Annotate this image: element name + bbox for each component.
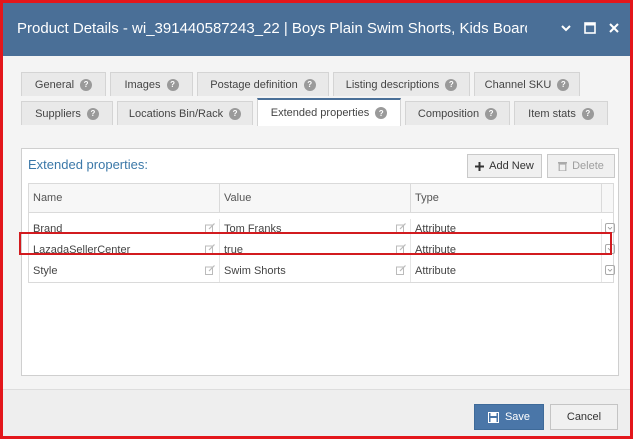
value-text: Tom Franks: [224, 223, 282, 235]
delete-button[interactable]: Delete: [547, 154, 615, 178]
value-cell[interactable]: Tom Franks: [220, 219, 411, 240]
extended-properties-panel: Extended properties: Add New Delete Name…: [21, 148, 619, 376]
type-text: Attribute: [415, 223, 456, 235]
value-cell[interactable]: Swim Shorts: [220, 261, 411, 282]
help-icon: ?: [303, 78, 316, 91]
plus-icon: [475, 161, 485, 171]
window-controls: [560, 22, 620, 34]
name-text: LazadaSellerCenter: [33, 244, 131, 256]
table-row[interactable]: LazadaSellerCenter true Attribute: [29, 240, 615, 261]
grid-header: Name Value Type: [29, 184, 613, 213]
edit-icon[interactable]: [205, 223, 215, 233]
tab-general[interactable]: General?: [21, 72, 106, 96]
help-icon: ?: [581, 107, 594, 120]
help-icon: ?: [229, 107, 242, 120]
tab-label: Locations Bin/Rack: [128, 107, 224, 120]
edit-icon[interactable]: [396, 244, 406, 254]
delete-label: Delete: [572, 160, 604, 172]
help-icon: ?: [166, 78, 179, 91]
product-details-window: Product Details - wi_391440587243_22 | B…: [0, 0, 633, 439]
type-text: Attribute: [415, 265, 456, 277]
edit-icon[interactable]: [396, 223, 406, 233]
tab-channel-sku[interactable]: Channel SKU?: [474, 72, 580, 96]
cancel-button[interactable]: Cancel: [550, 404, 618, 430]
column-header-value[interactable]: Value: [220, 184, 411, 212]
column-header-type[interactable]: Type: [411, 184, 602, 212]
tab-composition[interactable]: Composition?: [405, 101, 510, 125]
save-label: Save: [504, 411, 531, 423]
name-text: Brand: [33, 223, 63, 235]
help-icon: ?: [557, 78, 570, 91]
collapse-chevron-icon[interactable]: [560, 22, 572, 34]
type-cell[interactable]: Attribute: [411, 240, 602, 261]
name-cell[interactable]: Brand: [29, 219, 220, 240]
tab-suppliers[interactable]: Suppliers?: [21, 101, 113, 125]
edit-icon[interactable]: [205, 265, 215, 275]
tab-label: Item stats: [528, 107, 576, 120]
dropdown-icon[interactable]: [605, 223, 615, 233]
tab-images[interactable]: Images?: [110, 72, 193, 96]
table-row[interactable]: Style Swim Shorts Attribute: [29, 261, 615, 282]
value-text: Swim Shorts: [224, 265, 286, 277]
cancel-label: Cancel: [566, 411, 602, 423]
table-row[interactable]: Brand Tom Franks Attribute: [29, 219, 615, 240]
tab-label: Channel SKU: [484, 78, 552, 91]
tab-label: General: [34, 78, 75, 91]
edit-icon[interactable]: [205, 244, 215, 254]
add-new-button[interactable]: Add New: [467, 154, 542, 178]
value-cell[interactable]: true: [220, 240, 411, 261]
tab-label: Postage definition: [210, 78, 298, 91]
tab-item-stats[interactable]: Item stats?: [514, 101, 608, 125]
add-new-label: Add New: [489, 160, 534, 172]
tab-listing-descriptions[interactable]: Listing descriptions?: [333, 72, 470, 96]
tab-locations-bin-rack[interactable]: Locations Bin/Rack?: [117, 101, 253, 125]
properties-grid: Name Value Type Brand Tom Franks Attribu…: [28, 183, 615, 283]
trash-icon: [558, 162, 568, 171]
help-icon: ?: [445, 78, 458, 91]
name-text: Style: [33, 265, 58, 277]
value-text: true: [224, 244, 243, 256]
floppy-disk-icon: [487, 411, 499, 423]
tab-label: Suppliers: [35, 107, 81, 120]
dropdown-icon[interactable]: [605, 244, 615, 254]
window-title: Product Details - wi_391440587243_22 | B…: [17, 20, 527, 37]
tab-label: Extended properties: [270, 107, 370, 119]
type-cell[interactable]: Attribute: [411, 261, 602, 282]
help-icon: ?: [485, 107, 498, 120]
type-text: Attribute: [415, 244, 456, 256]
help-icon: ?: [80, 78, 93, 91]
dialog-footer: Save Cancel: [3, 389, 630, 436]
maximize-icon[interactable]: [584, 22, 596, 34]
name-cell[interactable]: Style: [29, 261, 220, 282]
save-button[interactable]: Save: [474, 404, 544, 430]
panel-title: Extended properties:: [28, 157, 148, 172]
tab-label: Listing descriptions: [345, 78, 440, 91]
tab-extended-properties[interactable]: Extended properties?: [257, 98, 401, 126]
column-header-name[interactable]: Name: [29, 184, 220, 212]
window-titlebar: Product Details - wi_391440587243_22 | B…: [3, 3, 630, 56]
help-icon: ?: [375, 107, 388, 119]
name-cell[interactable]: LazadaSellerCenter: [29, 240, 220, 261]
tab-label: Composition: [417, 107, 480, 120]
tab-label: Images: [124, 78, 161, 91]
close-icon[interactable]: [608, 22, 620, 34]
tab-postage-definition[interactable]: Postage definition?: [197, 72, 329, 96]
type-cell[interactable]: Attribute: [411, 219, 602, 240]
dropdown-icon[interactable]: [605, 265, 615, 275]
edit-icon[interactable]: [396, 265, 406, 275]
help-icon: ?: [86, 107, 99, 120]
